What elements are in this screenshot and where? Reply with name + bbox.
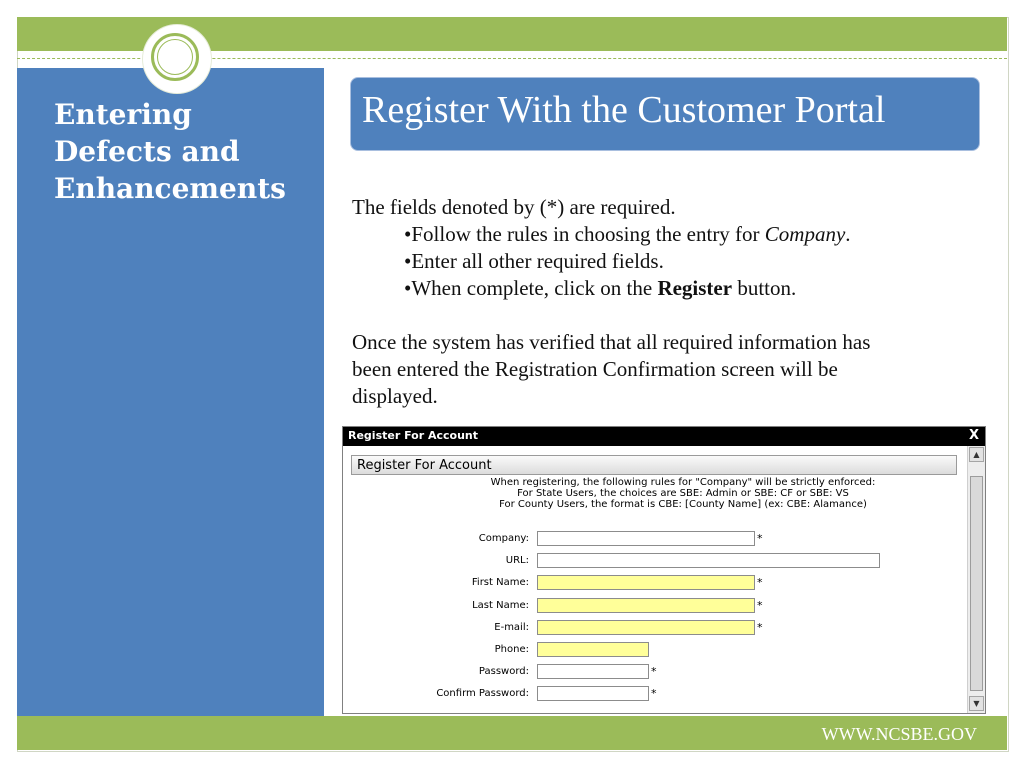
scroll-down-icon[interactable]: ▼ [969,696,984,711]
bullet-required-fields: •Enter all other required fields. [404,249,664,273]
confirm-password-required-mark: * [651,687,657,700]
password-input[interactable] [537,664,649,679]
phone-label: Phone: [494,644,529,655]
first-name-row: First Name: * [343,575,963,593]
password-row: Password: * [343,664,963,682]
url-label: URL: [505,555,529,566]
dialog-titlebar: Register For Account X [343,427,985,446]
close-icon[interactable]: X [969,428,979,443]
email-row: E-mail: * [343,620,963,638]
register-dialog: Register For Account X Register For Acco… [342,426,986,714]
dialog-scrollbar[interactable]: ▲ ▼ [967,446,985,713]
confirm-password-row: Confirm Password: * [343,686,963,704]
para2-line2: been entered the Registration Confirmati… [352,357,838,381]
url-row: URL: [343,553,963,571]
scroll-up-icon[interactable]: ▲ [969,447,984,462]
slide-content: The fields denoted by (*) are required. … [352,194,992,410]
company-rules: When registering, the following rules fo… [343,477,963,510]
circle-emblem-inner [157,39,193,75]
email-label: E-mail: [494,622,529,633]
bullet3-bold: Register [657,276,733,300]
first-name-input[interactable] [537,575,755,590]
email-input[interactable] [537,620,755,635]
para2-line3: displayed. [352,384,438,408]
confirm-password-input[interactable] [537,686,649,701]
intro-text: The fields denoted by (*) are required. [352,195,676,219]
rule-line-2: For State Users, the choices are SBE: Ad… [517,488,849,499]
dialog-section-header-label: Register For Account [357,458,492,473]
bullet1-text: •Follow the rules in choosing the entry … [404,222,765,246]
sidebar-title-line2: Defects and [54,135,240,168]
dialog-section-header: Register For Account [351,455,957,475]
first-name-label: First Name: [471,577,529,588]
bullet3-text: •When complete, click on the [404,276,658,300]
company-row: Company: * [343,531,963,549]
phone-input[interactable] [537,642,649,657]
sidebar-title: Entering Defects and Enhancements [54,96,314,207]
bullet3-suffix: button. [732,276,797,300]
url-input[interactable] [537,553,880,568]
password-label: Password: [478,666,529,677]
rule-line-1: When registering, the following rules fo… [490,477,876,488]
bottom-banner: WWW.NCSBE.GOV [17,716,1007,750]
password-required-mark: * [651,665,657,678]
bullet1-emphasis: Company [764,222,846,246]
company-required-mark: * [757,532,763,545]
first-name-required-mark: * [757,576,763,589]
email-required-mark: * [757,621,763,634]
company-label: Company: [478,533,529,544]
last-name-row: Last Name: * [343,598,963,616]
phone-row: Phone: [343,642,963,660]
scroll-thumb[interactable] [970,476,983,691]
bullet-company-rules: •Follow the rules in choosing the entry … [352,221,992,248]
last-name-input[interactable] [537,598,755,613]
para2-line1: Once the system has verified that all re… [352,330,871,354]
confirm-password-label: Confirm Password: [436,688,529,699]
bullet1-suffix: . [845,222,851,246]
sidebar-title-line3: Enhancements [54,172,286,205]
sidebar-title-line1: Entering [54,98,192,131]
company-input[interactable] [537,531,755,546]
page-title: Register With the Customer Portal [362,89,886,131]
dialog-title: Register For Account [348,429,479,442]
last-name-label: Last Name: [472,600,529,611]
rule-line-3: For County Users, the format is CBE: [Co… [499,499,867,510]
last-name-required-mark: * [757,599,763,612]
footer-website-link[interactable]: WWW.NCSBE.GOV [822,724,977,745]
bullet-register-button: •When complete, click on the Register bu… [352,275,992,302]
